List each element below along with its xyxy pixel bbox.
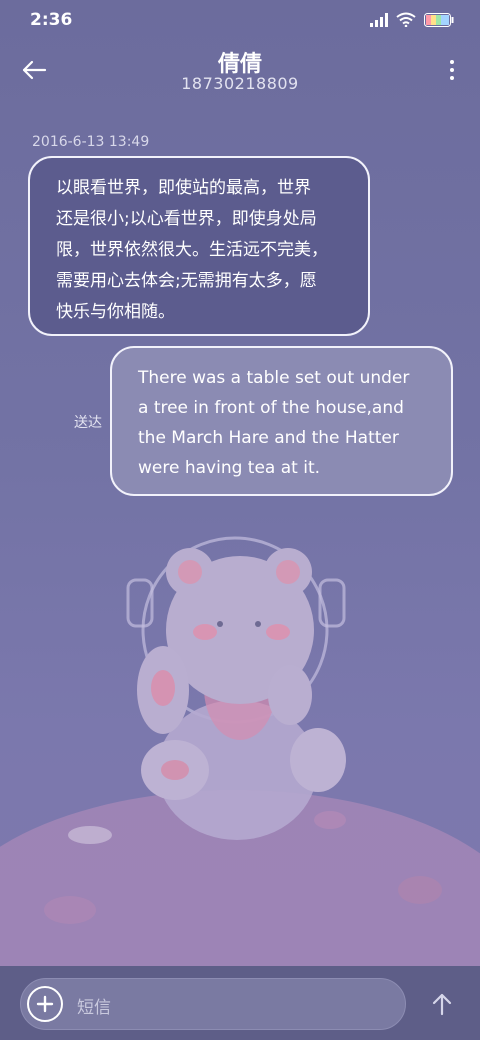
incoming-message-line: 限，世界依然很大。生活远不完美， [56,240,328,260]
message-input[interactable]: 短信 [20,978,406,1030]
plus-icon [36,995,54,1013]
message-input-placeholder: 短信 [77,998,111,1018]
outgoing-message-line: the March Hare and the Hatter [138,428,399,448]
message-timestamp: 2016-6-13 13:49 [32,134,150,150]
signal-icon [370,12,388,27]
wifi-icon [396,12,416,27]
incoming-message-bubble[interactable]: 以眼看世界，即使站的最高，世界 还是很小;以心看世界，即使身处局 限，世界依然很… [28,156,370,336]
outgoing-message-line: There was a table set out under [138,368,410,388]
add-attachment-button[interactable] [27,986,63,1022]
incoming-message-line: 快乐与你相随。 [56,302,175,322]
more-vert-icon [450,60,454,64]
outgoing-message-line: a tree in front of the house,and [138,398,404,418]
status-bar: 2:36 [0,0,480,40]
battery-icon [424,12,454,27]
bear-wallpaper-illustration [0,536,480,970]
outgoing-message-line: were having tea at it. [138,458,321,478]
incoming-message-line: 还是很小;以心看世界，即使身处局 [56,209,317,229]
delivery-status: 送达 [74,415,102,431]
composer-bar: 短信 [0,966,480,1040]
outgoing-message-bubble[interactable]: There was a table set out under a tree i… [110,346,453,496]
status-icons [370,12,454,27]
incoming-message-line: 需要用心去体会;无需拥有太多，愿 [56,271,317,291]
contact-phone-number: 18730218809 [181,74,299,93]
status-time: 2:36 [30,10,73,30]
conversation-header: 倩倩 18730218809 [0,40,480,104]
incoming-message-line: 以眼看世界，即使站的最高，世界 [56,178,311,198]
more-options-button[interactable] [444,54,460,86]
send-arrow-icon[interactable] [430,992,454,1016]
